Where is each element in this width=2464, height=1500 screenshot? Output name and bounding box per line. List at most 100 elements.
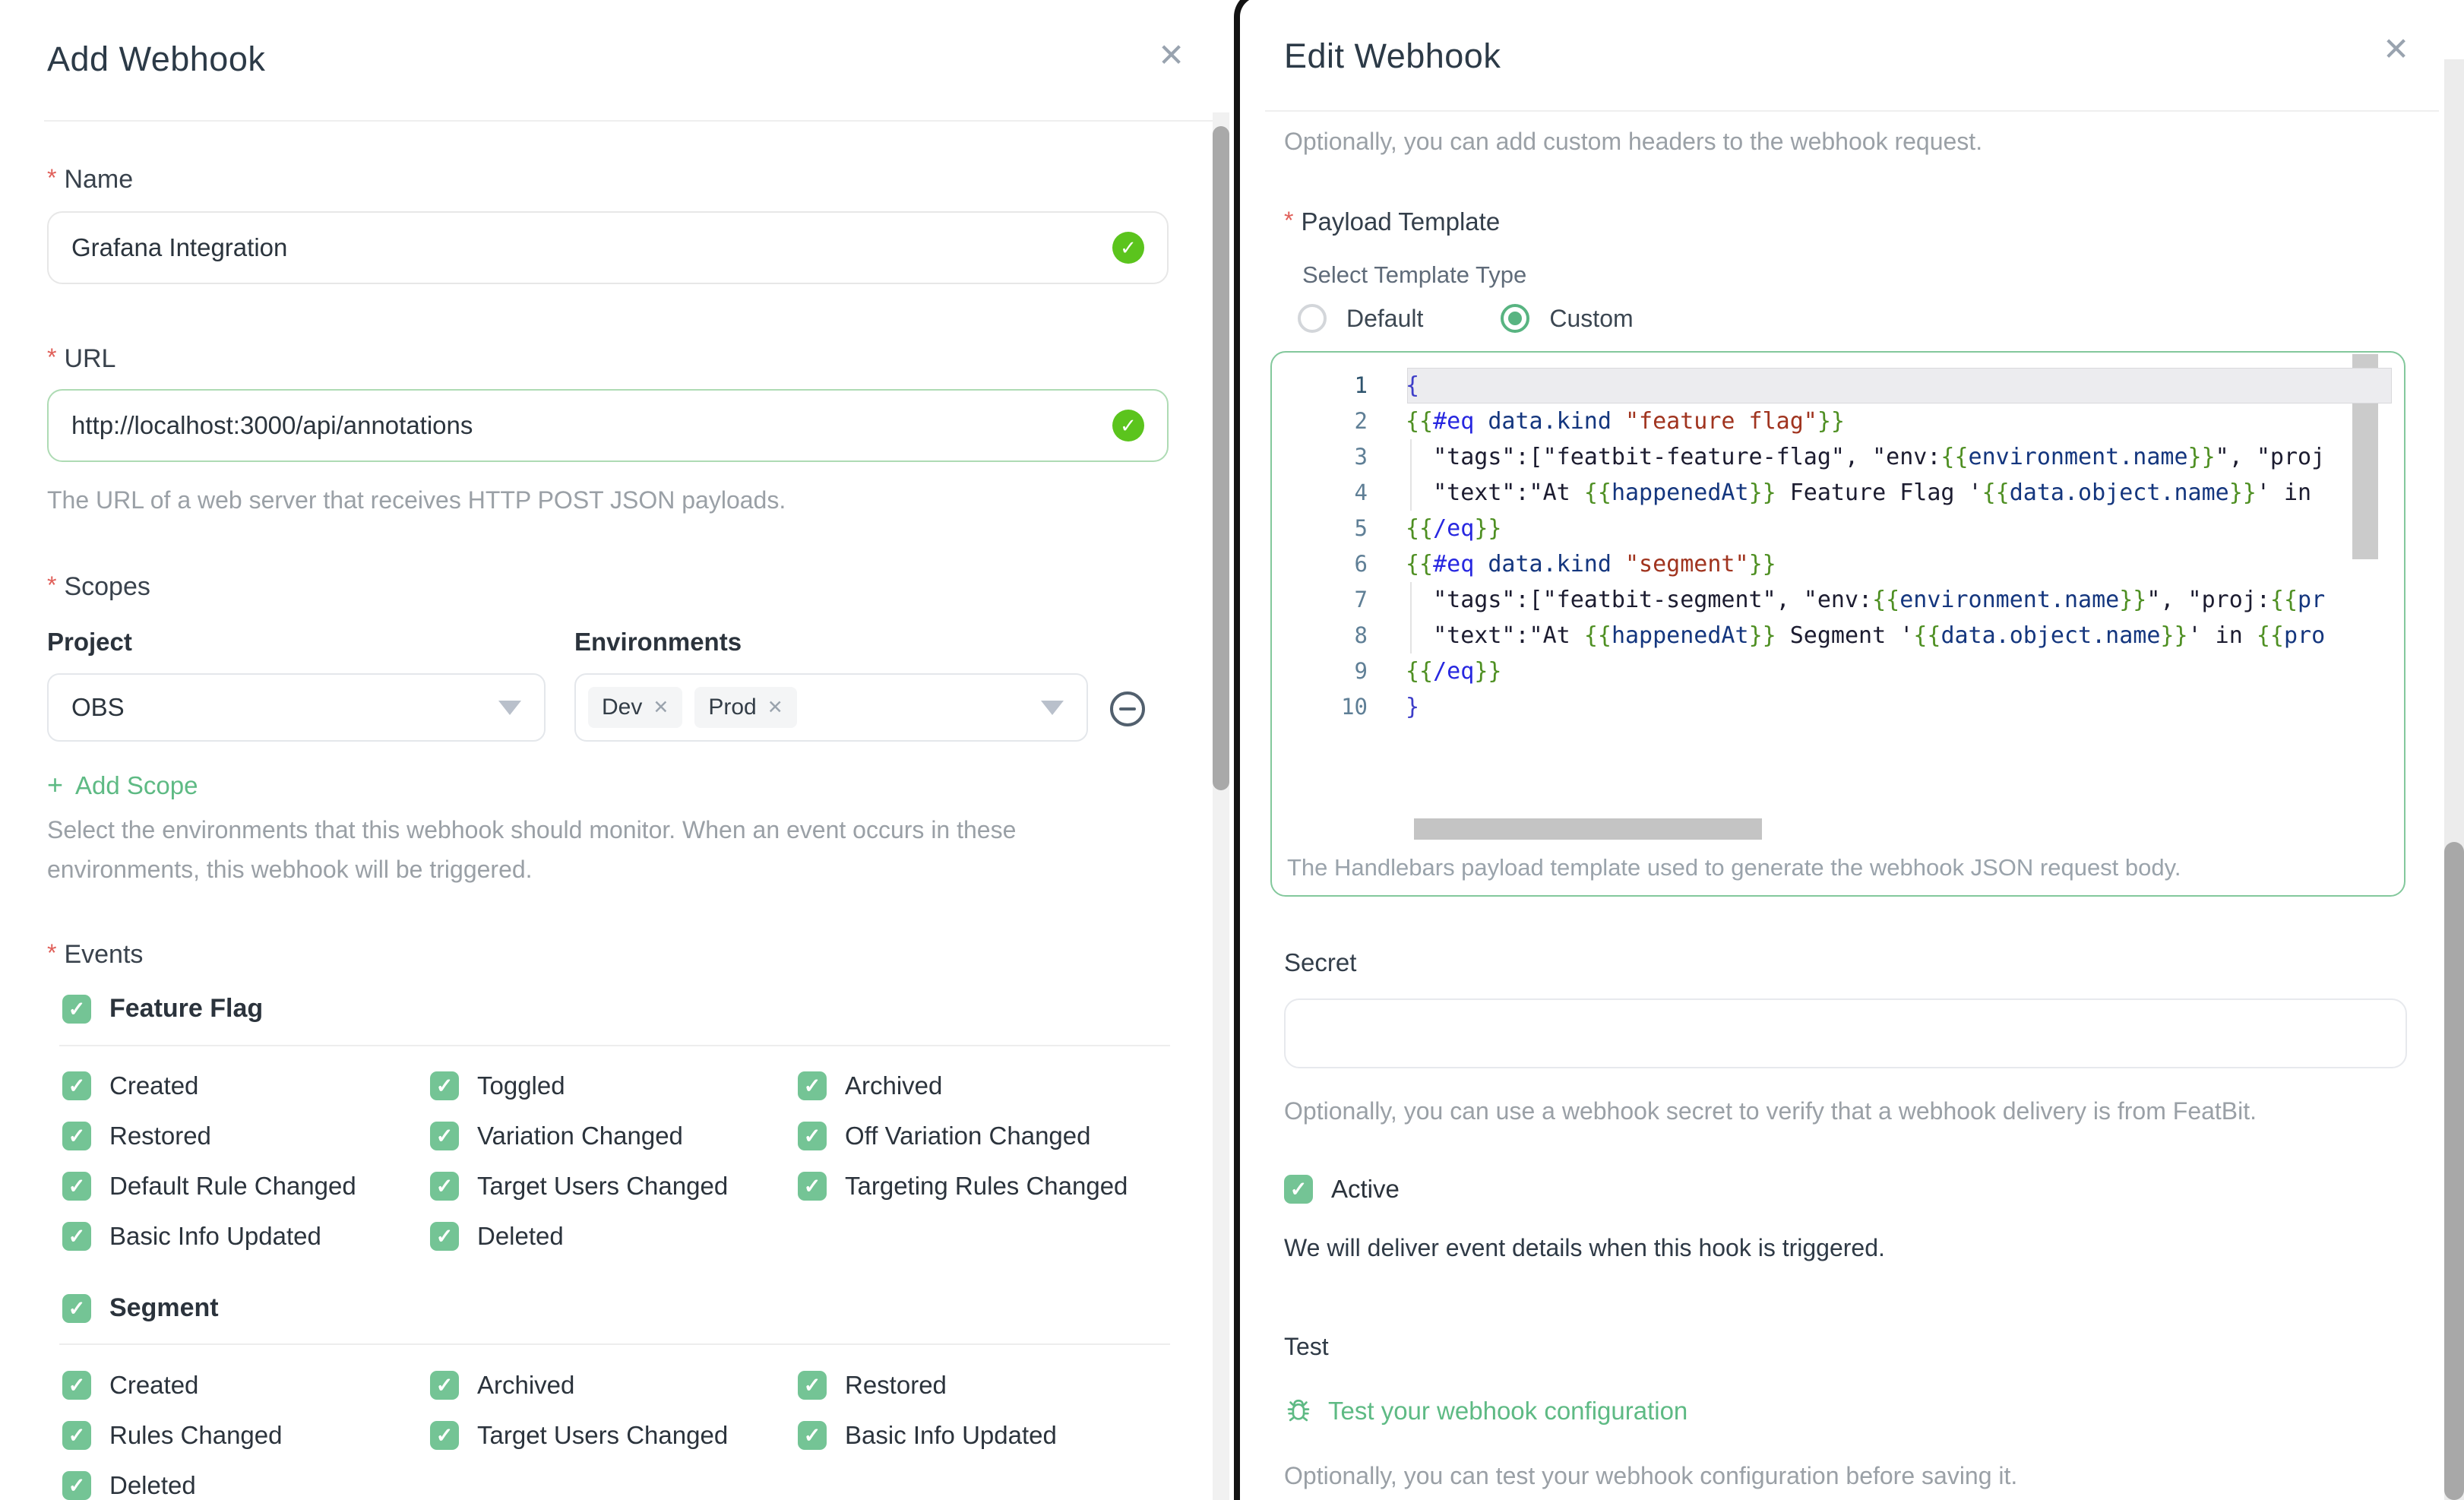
- required-asterisk: *: [47, 571, 57, 599]
- code-line[interactable]: 8 "text":"At {{happenedAt}} Segment '{{d…: [1272, 618, 2404, 653]
- plus-icon: +: [47, 769, 64, 800]
- event-checkbox-row[interactable]: ✓ Archived: [430, 1371, 798, 1400]
- tag-remove-icon[interactable]: ✕: [653, 696, 669, 719]
- event-group-label: Feature Flag: [109, 994, 264, 1023]
- checkbox-checked[interactable]: ✓: [430, 1122, 459, 1150]
- line-number: 3: [1354, 444, 1368, 470]
- line-content: }: [1406, 694, 1420, 720]
- event-checkbox-row[interactable]: ✓ Created: [62, 1071, 430, 1100]
- radio-custom-selected[interactable]: [1501, 304, 1530, 333]
- url-input[interactable]: http://localhost:3000/api/annotations ✓: [47, 389, 1169, 462]
- line-content: "text":"At {{happenedAt}} Feature Flag '…: [1406, 479, 2312, 506]
- code-line[interactable]: 1{: [1272, 368, 2404, 403]
- event-label: Variation Changed: [477, 1122, 683, 1150]
- payload-template-editor[interactable]: 1{2 {{#eq data.kind "feature flag"}} 3 "ta…: [1270, 351, 2405, 897]
- test-hint: Optionally, you can test your webhook co…: [1284, 1462, 2018, 1489]
- code-line[interactable]: 7 "tags":["featbit-segment", "env:{{envi…: [1272, 582, 2404, 618]
- event-checkbox-row[interactable]: ✓ Deleted: [62, 1471, 430, 1500]
- editor-horizontal-scrollbar[interactable]: [1414, 818, 1762, 840]
- select-template-type-label: Select Template Type: [1302, 261, 1527, 288]
- checkbox-checked[interactable]: ✓: [798, 1371, 827, 1400]
- radio-default-unselected[interactable]: [1298, 304, 1327, 333]
- line-number: 5: [1354, 515, 1368, 541]
- checkbox-checked[interactable]: ✓: [430, 1222, 459, 1251]
- event-checkbox-row[interactable]: ✓ Toggled: [430, 1071, 798, 1100]
- line-content: "tags":["featbit-feature-flag", "env:{{e…: [1406, 444, 2326, 470]
- event-checkbox-row[interactable]: ✓ Deleted: [430, 1222, 798, 1251]
- code-line[interactable]: 9 {{/eq}}: [1272, 653, 2404, 689]
- event-checkbox-row[interactable]: ✓ Rules Changed: [62, 1421, 430, 1450]
- required-asterisk: *: [47, 939, 57, 967]
- checkbox-checked[interactable]: ✓: [62, 1421, 91, 1450]
- radio-default-label[interactable]: Default: [1346, 305, 1423, 333]
- code-line[interactable]: 10}: [1272, 689, 2404, 725]
- event-label: Targeting Rules Changed: [845, 1172, 1128, 1200]
- page-scrollbar-thumb[interactable]: [2444, 842, 2464, 1500]
- checkbox-checked[interactable]: ✓: [62, 1471, 91, 1500]
- checkbox-checked[interactable]: ✓: [62, 1293, 91, 1323]
- edit-webhook-title: Edit Webhook: [1284, 36, 1501, 75]
- event-label: Restored: [845, 1371, 947, 1399]
- environment-tag[interactable]: Prod ✕: [694, 687, 797, 728]
- event-checkbox-row[interactable]: ✓ Target Users Changed: [430, 1421, 798, 1450]
- left-modal-scrollbar-thumb[interactable]: [1213, 126, 1229, 790]
- line-content: "text":"At {{happenedAt}} Segment '{{dat…: [1406, 622, 2326, 649]
- code-line[interactable]: 3 "tags":["featbit-feature-flag", "env:{…: [1272, 439, 2404, 475]
- radio-custom-label[interactable]: Custom: [1549, 305, 1633, 333]
- event-label: Off Variation Changed: [845, 1122, 1091, 1150]
- event-label: Created: [109, 1071, 199, 1100]
- checkbox-checked[interactable]: ✓: [62, 1122, 91, 1150]
- event-checkbox-row[interactable]: ✓ Archived: [798, 1071, 1166, 1100]
- checkbox-checked[interactable]: ✓: [430, 1421, 459, 1450]
- close-icon[interactable]: ✕: [2383, 33, 2409, 65]
- line-content: {{/eq}}: [1406, 515, 1502, 542]
- event-label: Deleted: [109, 1471, 196, 1499]
- code-line[interactable]: 6 {{#eq data.kind "segment"}}: [1272, 546, 2404, 582]
- checkbox-checked[interactable]: ✓: [1284, 1175, 1313, 1204]
- event-checkbox-row[interactable]: ✓ Basic Info Updated: [798, 1421, 1166, 1450]
- edit-webhook-modal: Edit Webhook ✕ Optionally, you can add c…: [1240, 0, 2464, 1500]
- project-select[interactable]: OBS: [47, 673, 546, 742]
- line-content: {: [1406, 372, 1420, 399]
- environment-tag[interactable]: Dev ✕: [588, 687, 683, 728]
- code-line[interactable]: 2 {{#eq data.kind "feature flag"}}: [1272, 403, 2404, 439]
- checkbox-checked[interactable]: ✓: [62, 1172, 91, 1201]
- feature-flag-events-grid: ✓ Created ✓ Toggled ✓ Archived ✓ Restored ✓ Varia…: [62, 1071, 1169, 1251]
- checkbox-checked[interactable]: ✓: [798, 1122, 827, 1150]
- event-checkbox-row[interactable]: ✓ Default Rule Changed: [62, 1172, 430, 1201]
- event-label: Created: [109, 1371, 199, 1399]
- checkbox-checked[interactable]: ✓: [798, 1172, 827, 1201]
- event-checkbox-row[interactable]: ✓ Basic Info Updated: [62, 1222, 430, 1251]
- event-checkbox-row[interactable]: ✓ Variation Changed: [430, 1122, 798, 1150]
- checkbox-checked[interactable]: ✓: [430, 1172, 459, 1201]
- tag-remove-icon[interactable]: ✕: [767, 696, 783, 719]
- secret-input[interactable]: [1284, 998, 2407, 1068]
- event-checkbox-row[interactable]: ✓ Created: [62, 1371, 430, 1400]
- checkbox-checked[interactable]: ✓: [798, 1421, 827, 1450]
- line-number: 10: [1341, 694, 1368, 720]
- event-checkbox-row[interactable]: ✓ Target Users Changed: [430, 1172, 798, 1201]
- secret-hint: Optionally, you can use a webhook secret…: [1284, 1097, 2257, 1125]
- event-checkbox-row[interactable]: ✓ Off Variation Changed: [798, 1122, 1166, 1150]
- event-checkbox-row[interactable]: ✓ Restored: [798, 1371, 1166, 1400]
- checkbox-checked[interactable]: ✓: [62, 1371, 91, 1400]
- event-checkbox-row[interactable]: ✓ Restored: [62, 1122, 430, 1150]
- checkbox-checked[interactable]: ✓: [62, 994, 91, 1024]
- checkbox-checked[interactable]: ✓: [798, 1071, 827, 1100]
- code-line[interactable]: 5 {{/eq}}: [1272, 511, 2404, 546]
- payload-template-label: * Payload Template: [1284, 207, 1501, 236]
- code-line[interactable]: 4 "text":"At {{happenedAt}} Feature Flag…: [1272, 475, 2404, 511]
- scopes-hint: Select the environments that this webhoo…: [47, 816, 1017, 883]
- checkbox-checked[interactable]: ✓: [62, 1071, 91, 1100]
- remove-scope-button[interactable]: [1110, 691, 1145, 726]
- line-number: 9: [1354, 658, 1368, 684]
- close-icon[interactable]: ✕: [1158, 40, 1185, 71]
- environments-select[interactable]: Dev ✕ Prod ✕: [574, 673, 1088, 742]
- checkbox-checked[interactable]: ✓: [62, 1222, 91, 1251]
- test-webhook-button[interactable]: Test your webhook configuration: [1284, 1397, 1687, 1426]
- name-input[interactable]: Grafana Integration ✓: [47, 211, 1169, 284]
- checkbox-checked[interactable]: ✓: [430, 1071, 459, 1100]
- checkbox-checked[interactable]: ✓: [430, 1371, 459, 1400]
- event-checkbox-row[interactable]: ✓ Targeting Rules Changed: [798, 1172, 1166, 1201]
- add-scope-button[interactable]: + Add Scope: [47, 769, 198, 801]
